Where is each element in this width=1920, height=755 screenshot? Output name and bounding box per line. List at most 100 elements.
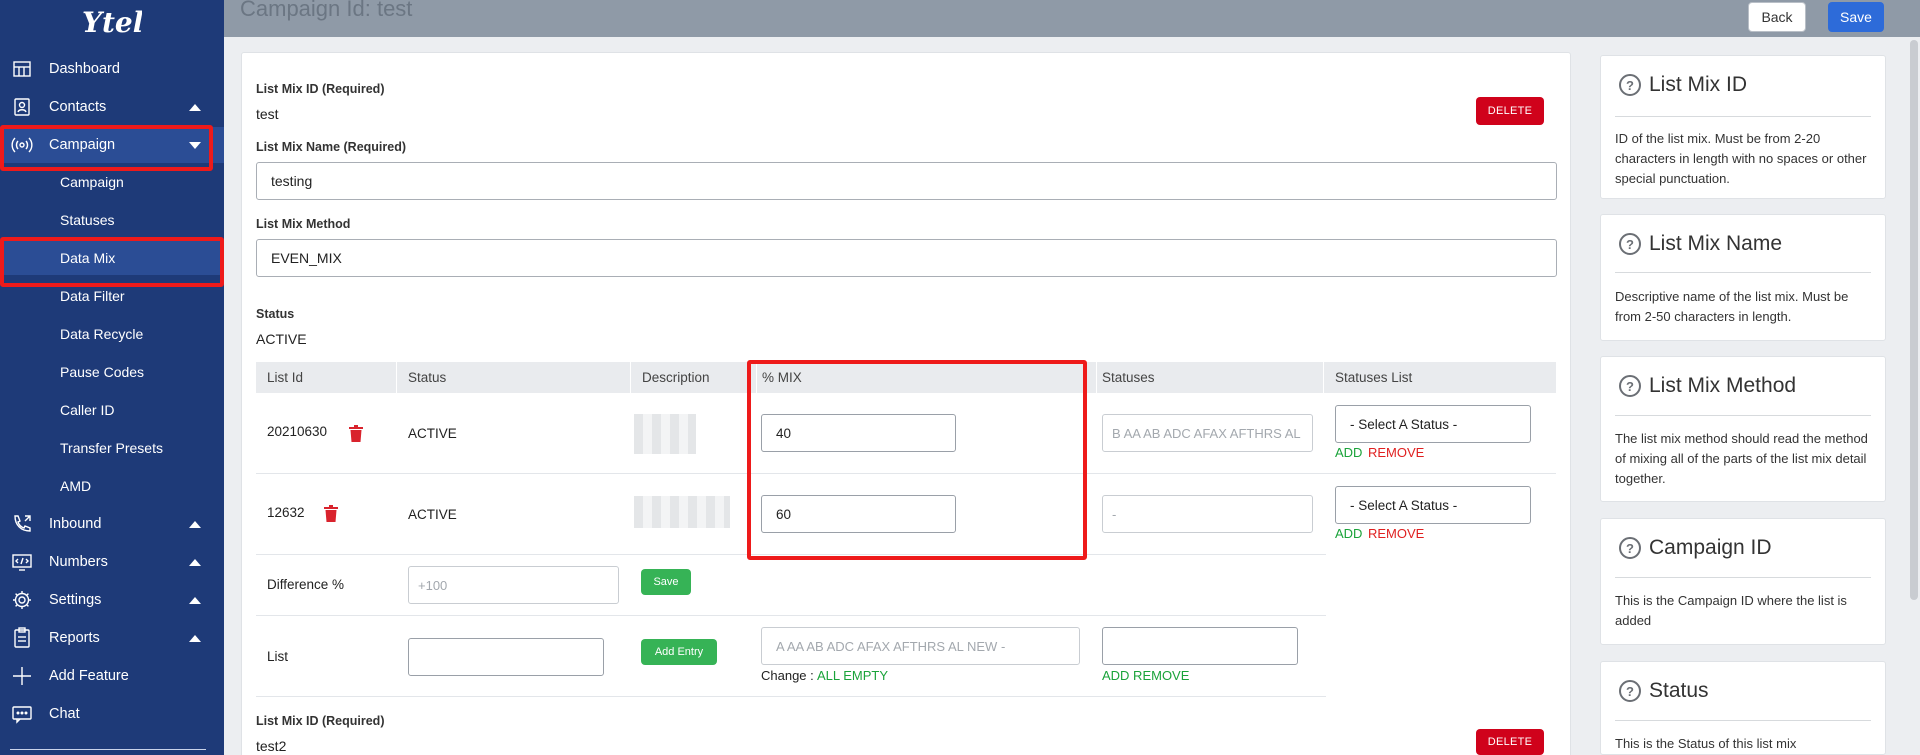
ytel-logo[interactable]: Ytel [78,4,142,40]
sidebar-divider [10,749,206,750]
chevron-up-icon [189,520,201,528]
table-header: List Id Status Description % MIX Statuse… [256,362,1556,393]
status-select[interactable]: - Select A Status - [1335,405,1531,443]
list-mix-method-input[interactable]: EVEN_MIX [256,239,1557,277]
sidebar-sub-pause-codes[interactable]: Pause Codes [0,355,224,389]
help-panel-list-mix-method: ? List Mix Method The list mix method sh… [1600,356,1886,502]
sidebar-item-add-feature[interactable]: Add Feature [0,658,224,694]
col-statuses-list: Statuses List [1335,370,1413,385]
col-separator [630,362,631,393]
list-status-select[interactable] [1102,627,1298,665]
sidebar-item-inbound[interactable]: Inbound [0,506,224,542]
sidebar-sub-campaign[interactable]: Campaign [0,165,224,199]
list-mix-id-label: List Mix ID (Required) [256,714,385,728]
help-divider [1615,577,1871,578]
change-label: Change : [761,668,814,683]
mix-percent-input[interactable]: 60 [761,495,956,533]
sidebar-sub-data-recycle[interactable]: Data Recycle [0,317,224,351]
page-scrollbar[interactable] [1910,40,1918,600]
svg-text:Ytel: Ytel [82,6,142,39]
remove-status-link[interactable]: REMOVE [1368,526,1424,541]
col-description: Description [642,370,710,385]
sidebar-sub-data-filter[interactable]: Data Filter [0,279,224,313]
row-list-id: 20210630 [267,424,328,439]
numbers-icon [11,551,33,573]
list-mix-name-input[interactable]: testing [256,162,1557,200]
redacted-description [634,496,730,528]
help-icon: ? [1619,74,1641,96]
list-statuses-input[interactable]: A AA AB ADC AFAX AFTHRS AL NEW - [761,627,1080,665]
trash-icon[interactable] [349,425,363,442]
row-divider [256,473,1556,474]
sidebar-item-contacts[interactable]: Contacts [0,89,224,125]
sidebar-item-dashboard[interactable]: Dashboard [0,51,224,87]
trash-icon[interactable] [324,505,338,522]
sidebar-sub-transfer-presets[interactable]: Transfer Presets [0,431,224,465]
chevron-up-icon [189,558,201,566]
chat-icon [11,703,33,725]
add-entry-button[interactable]: Add Entry [641,639,717,665]
phone-icon [11,513,33,535]
sidebar-sub-data-mix[interactable]: Data Mix [0,241,224,275]
sidebar-item-chat[interactable]: Chat [0,696,224,732]
save-button[interactable]: Save [1828,2,1884,32]
add-status-link[interactable]: ADD [1335,445,1362,460]
col-separator [1096,362,1097,393]
list-mix-method-label: List Mix Method [256,217,351,231]
col-separator [1323,362,1324,393]
add-status-link[interactable]: ADD [1335,526,1362,541]
back-button[interactable]: Back [1748,2,1806,32]
row-divider [256,615,1326,616]
row-divider [256,554,1326,555]
status-label: Status [256,307,295,321]
help-body: ID of the list mix. Must be from 2-20 ch… [1615,131,1867,186]
help-title: Campaign ID [1649,536,1772,559]
sidebar-item-campaign[interactable]: Campaign [0,127,224,163]
change-all-empty-link[interactable]: ALL EMPTY [817,668,888,683]
chevron-up-icon [189,634,201,642]
remove-status-link[interactable]: REMOVE [1368,445,1424,460]
contacts-icon [11,96,33,118]
difference-save-button[interactable]: Save [641,569,691,595]
sidebar-sub-statuses[interactable]: Statuses [0,203,224,237]
help-panel-status: ? Status This is the Status of this list… [1600,661,1886,755]
help-icon: ? [1619,233,1641,255]
help-title: List Mix ID [1649,73,1748,96]
list-mix-name-label: List Mix Name (Required) [256,140,407,154]
help-panel-list-mix-name: ? List Mix Name Descriptive name of the … [1600,214,1886,341]
help-icon: ? [1619,375,1641,397]
sidebar-item-settings[interactable]: Settings [0,582,224,618]
help-divider [1615,272,1871,273]
row-list-id: 12632 [267,505,305,520]
mix-percent-input[interactable]: 40 [761,414,956,452]
sidebar-item-numbers[interactable]: Numbers [0,544,224,580]
sidebar-item-reports[interactable]: Reports [0,620,224,656]
chevron-up-icon [189,103,201,111]
row-divider [256,696,1326,697]
help-title: List Mix Method [1649,374,1797,397]
help-body: Descriptive name of the list mix. Must b… [1615,289,1849,324]
col-list-id: List Id [267,370,304,385]
add-remove-link[interactable]: ADD REMOVE [1102,668,1189,683]
chevron-up-icon [189,596,201,604]
col-separator [756,362,757,393]
dashboard-icon [11,58,33,80]
list-label: List [267,649,289,664]
list-input[interactable] [408,638,604,676]
help-panel-list-mix-id: ? List Mix ID ID of the list mix. Must b… [1600,55,1886,199]
list-mix-id-value: test [256,106,279,122]
col-separator [396,362,397,393]
chevron-down-icon [189,141,201,149]
delete-button[interactable]: DELETE [1476,729,1544,755]
status-select[interactable]: - Select A Status - [1335,486,1531,524]
help-body: The list mix method should read the meth… [1615,431,1868,486]
sidebar-sub-caller-id[interactable]: Caller ID [0,393,224,427]
statuses-input[interactable]: - [1102,495,1313,533]
difference-input[interactable]: +100 [408,566,619,604]
clipboard-icon [11,627,33,649]
delete-button[interactable]: DELETE [1476,97,1544,125]
help-title: Status [1649,679,1709,702]
redacted-description [634,414,696,454]
sidebar-sub-amd[interactable]: AMD [0,469,224,503]
statuses-input[interactable]: B AA AB ADC AFAX AFTHRS AL [1102,414,1313,452]
